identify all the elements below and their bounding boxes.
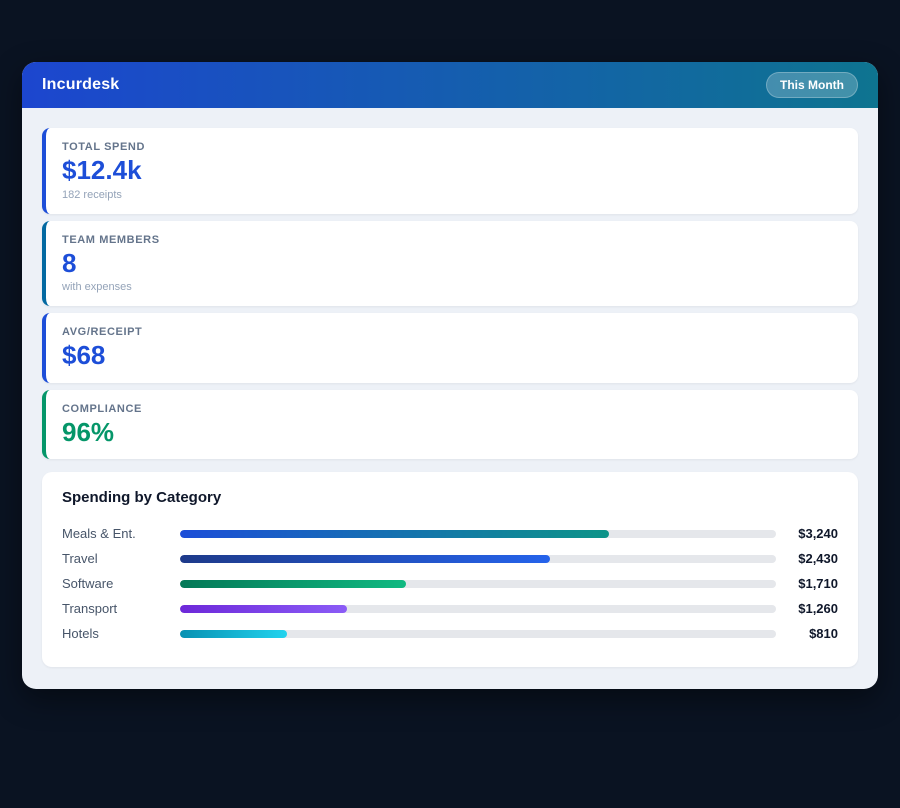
category-row-meals: Meals & Ent. $3,240 [62, 521, 838, 546]
bar-fill-software [180, 580, 406, 588]
bar-track [180, 630, 776, 638]
period-badge[interactable]: This Month [766, 72, 858, 98]
category-row-software: Software $1,710 [62, 571, 838, 596]
spending-by-category-card: Spending by Category Meals & Ent. $3,240… [42, 472, 858, 667]
stat-label: AVG/RECEIPT [62, 326, 842, 338]
stat-label: COMPLIANCE [62, 403, 842, 415]
stat-card-team-members: TEAM MEMBERS 8 with expenses [42, 221, 858, 307]
category-row-transport: Transport $1,260 [62, 596, 838, 621]
category-label: Transport [62, 601, 180, 616]
category-label: Software [62, 576, 180, 591]
stat-label: TOTAL SPEND [62, 141, 842, 153]
category-label: Hotels [62, 626, 180, 641]
bar-fill-hotels [180, 630, 287, 638]
dashboard-content: TOTAL SPEND $12.4k 182 receipts TEAM MEM… [22, 108, 878, 689]
stat-value: 8 [62, 249, 842, 278]
category-value: $3,240 [776, 526, 838, 541]
category-row-travel: Travel $2,430 [62, 546, 838, 571]
bar-track [180, 555, 776, 563]
category-value: $2,430 [776, 551, 838, 566]
stat-card-total-spend: TOTAL SPEND $12.4k 182 receipts [42, 128, 858, 214]
stat-label: TEAM MEMBERS [62, 234, 842, 246]
app-window: Incurdesk This Month TOTAL SPEND $12.4k … [22, 62, 878, 689]
stat-subtext: with expenses [62, 281, 842, 293]
app-title: Incurdesk [42, 76, 119, 94]
stat-subtext: 182 receipts [62, 189, 842, 201]
stat-card-avg-receipt: AVG/RECEIPT $68 [42, 313, 858, 383]
bar-track [180, 530, 776, 538]
bar-fill-meals [180, 530, 609, 538]
category-row-hotels: Hotels $810 [62, 621, 838, 646]
stat-value: 96% [62, 418, 842, 447]
category-value: $1,710 [776, 576, 838, 591]
app-header: Incurdesk This Month [22, 62, 878, 108]
category-value: $1,260 [776, 601, 838, 616]
bar-track [180, 605, 776, 613]
bar-fill-transport [180, 605, 347, 613]
category-value: $810 [776, 626, 838, 641]
stat-value: $68 [62, 341, 842, 370]
category-label: Travel [62, 551, 180, 566]
section-title: Spending by Category [62, 489, 838, 506]
bar-fill-travel [180, 555, 550, 563]
stat-card-compliance: COMPLIANCE 96% [42, 390, 858, 460]
category-label: Meals & Ent. [62, 526, 180, 541]
stat-value: $12.4k [62, 156, 842, 185]
bar-track [180, 580, 776, 588]
